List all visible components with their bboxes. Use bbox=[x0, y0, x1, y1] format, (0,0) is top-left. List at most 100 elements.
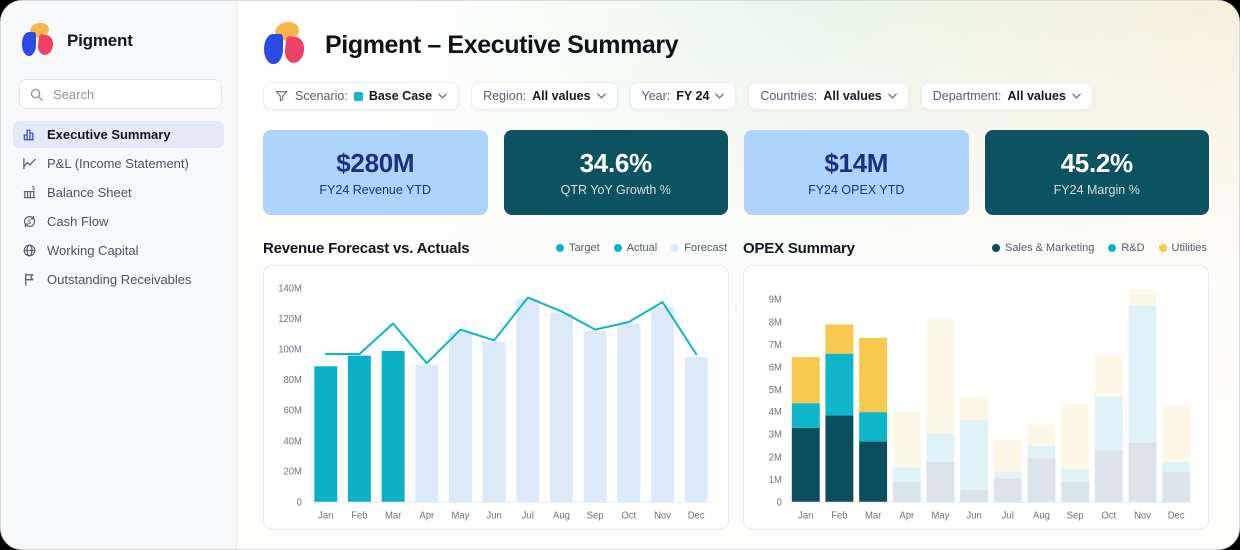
line-chart-icon bbox=[22, 156, 37, 171]
logo-petal-pink bbox=[282, 35, 306, 64]
svg-text:Mar: Mar bbox=[865, 511, 882, 522]
kpi-value: 34.6% bbox=[579, 148, 653, 178]
filter-value: FY 24 bbox=[676, 89, 710, 103]
svg-text:Jun: Jun bbox=[966, 511, 981, 522]
svg-text:Jun: Jun bbox=[486, 511, 501, 522]
sidebar-item-label: Working Capital bbox=[47, 243, 139, 258]
filter-label: Year: bbox=[641, 89, 671, 103]
sidebar-item-label: Balance Sheet bbox=[47, 185, 132, 200]
svg-text:Jan: Jan bbox=[318, 511, 333, 522]
legend-item-forecast[interactable]: Forecast bbox=[671, 242, 727, 254]
kpi-label: QTR YoY Growth % bbox=[560, 183, 671, 197]
filter-chip-region[interactable]: Region: All values bbox=[471, 82, 618, 110]
sidebar-item-p-l-income-statement[interactable]: P&L (Income Statement) bbox=[13, 150, 224, 177]
logo-petal-pink bbox=[36, 33, 55, 56]
search-icon bbox=[30, 88, 43, 101]
filter-chip-department[interactable]: Department: All values bbox=[920, 82, 1093, 110]
svg-text:Nov: Nov bbox=[654, 511, 671, 522]
chevron-down-icon bbox=[596, 93, 606, 99]
legend-dot bbox=[992, 244, 1001, 252]
legend-item-sales-marketing[interactable]: Sales & Marketing bbox=[992, 242, 1094, 254]
svg-text:60M: 60M bbox=[284, 406, 302, 417]
svg-text:Dec: Dec bbox=[1168, 511, 1185, 522]
sidebar-item-outstanding-receivables[interactable]: Outstanding Receivables bbox=[13, 266, 224, 293]
svg-text:Apr: Apr bbox=[899, 511, 914, 522]
svg-text:Feb: Feb bbox=[831, 511, 847, 522]
svg-text:3M: 3M bbox=[769, 430, 782, 441]
filter-chip-scenario[interactable]: Scenario: Base Case bbox=[263, 82, 460, 110]
legend-item-target[interactable]: Target bbox=[556, 242, 600, 254]
sidebar-item-working-capital[interactable]: Working Capital bbox=[13, 237, 224, 264]
svg-text:120M: 120M bbox=[278, 314, 302, 325]
legend-dot bbox=[613, 244, 622, 252]
chevron-down-icon bbox=[1072, 93, 1081, 99]
chevron-down-icon bbox=[887, 93, 897, 99]
svg-text:Feb: Feb bbox=[351, 511, 367, 522]
sidebar-item-label: Executive Summary bbox=[47, 127, 171, 142]
kpi-label: FY24 Revenue YTD bbox=[319, 183, 432, 197]
brand-name: Pigment bbox=[67, 31, 133, 50]
sidebar-item-label: P&L (Income Statement) bbox=[47, 156, 189, 171]
filter-label: Department: bbox=[932, 89, 1002, 103]
kpi-card-fy24-opex-ytd: $14M FY24 OPEX YTD bbox=[744, 130, 969, 215]
svg-text:Apr: Apr bbox=[419, 511, 434, 522]
filter-chip-countries[interactable]: Countries: All values bbox=[748, 82, 909, 110]
legend-label: R&D bbox=[1121, 242, 1145, 254]
svg-text:2M: 2M bbox=[769, 452, 782, 463]
legend-item-utilities[interactable]: Utilities bbox=[1158, 242, 1207, 254]
filter-label: Region: bbox=[483, 89, 527, 103]
svg-text:0: 0 bbox=[777, 497, 782, 508]
svg-text:80M: 80M bbox=[284, 375, 302, 386]
kpi-label: FY24 Margin % bbox=[1053, 183, 1140, 197]
bank-icon: $ bbox=[22, 185, 37, 200]
legend-label: Actual bbox=[626, 242, 658, 254]
sidebar-item-label: Cash Flow bbox=[47, 214, 109, 229]
filter-value: All values bbox=[532, 89, 591, 103]
svg-text:$: $ bbox=[27, 219, 31, 226]
svg-text:May: May bbox=[452, 511, 470, 522]
filter-label: Countries: bbox=[760, 89, 818, 103]
svg-text:Dec: Dec bbox=[688, 511, 705, 522]
opex-chart-svg: 0 1M 2M 3M 4M 5M 6M 7M 8M 9M Jan Feb Mar Apr May Jun Jul… bbox=[769, 289, 1194, 522]
svg-text:140M: 140M bbox=[278, 283, 302, 294]
svg-text:5M: 5M bbox=[769, 385, 782, 396]
filter-value: All values bbox=[1007, 89, 1066, 103]
search-box[interactable] bbox=[19, 79, 222, 109]
filter-chip-year[interactable]: Year: FY 24 bbox=[629, 82, 737, 110]
scenario-swatch bbox=[353, 91, 363, 101]
sidebar-item-cash-flow[interactable]: $ Cash Flow bbox=[13, 208, 224, 235]
sidebar-item-label: Outstanding Receivables bbox=[47, 272, 192, 287]
svg-text:$: $ bbox=[32, 186, 36, 192]
chevron-down-icon bbox=[715, 93, 725, 99]
svg-text:8M: 8M bbox=[769, 317, 782, 328]
sidebar-item-balance-sheet[interactable]: $ Balance Sheet bbox=[13, 179, 224, 206]
legend-item-actual[interactable]: Actual bbox=[613, 242, 658, 254]
revenue-chart-header: Revenue Forecast vs. Actuals Target Actua… bbox=[263, 239, 727, 257]
search-input[interactable] bbox=[51, 85, 211, 103]
revenue-chart-section: Revenue Forecast vs. Actuals Target Actua… bbox=[263, 239, 729, 530]
revenue-chart-svg: 0 20M 40M 60M 80M 100M 120M 140M Jan Feb Mar Apr May… bbox=[278, 283, 714, 522]
main-content: Pigment – Executive Summary Scenario: Bas… bbox=[237, 1, 1239, 549]
svg-text:0: 0 bbox=[297, 497, 302, 508]
sidebar-item-executive-summary[interactable]: Executive Summary bbox=[13, 121, 224, 148]
flag-icon bbox=[22, 272, 37, 287]
svg-text:Oct: Oct bbox=[621, 511, 636, 522]
legend-item-r-d[interactable]: R&D bbox=[1108, 242, 1145, 254]
filter-label: Scenario: bbox=[295, 89, 348, 103]
svg-text:Sep: Sep bbox=[587, 511, 604, 522]
legend-dot bbox=[556, 244, 565, 252]
pigment-logo-large bbox=[263, 19, 309, 68]
logo-petal-blue bbox=[22, 32, 37, 56]
legend-label: Forecast bbox=[684, 242, 727, 254]
svg-text:100M: 100M bbox=[278, 344, 302, 355]
legend-label: Sales & Marketing bbox=[1005, 242, 1095, 254]
svg-text:Aug: Aug bbox=[553, 511, 570, 522]
funnel-icon bbox=[275, 90, 289, 102]
svg-text:Aug: Aug bbox=[1033, 511, 1050, 522]
opex-chart-section: OPEX Summary Sales & Marketing R&D Utiliti… bbox=[743, 239, 1209, 530]
kpi-card-qtr-yoy-growth: 34.6% QTR YoY Growth % bbox=[503, 130, 728, 215]
kpi-value: $280M bbox=[336, 148, 415, 178]
filter-value: Base Case bbox=[368, 89, 433, 103]
kpi-value: 45.2% bbox=[1060, 148, 1134, 178]
kpi-card-fy24-margin: 45.2% FY24 Margin % bbox=[984, 130, 1209, 215]
